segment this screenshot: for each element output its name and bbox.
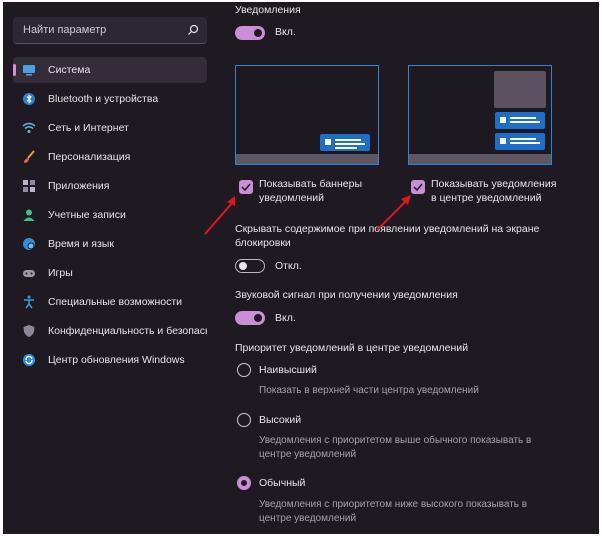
bluetooth-icon [23,93,35,105]
sound-toggle[interactable] [235,311,265,325]
sidebar-item-label: Bluetooth и устройства [48,93,159,105]
apps-icon [23,180,35,192]
shield-icon [23,325,35,337]
notifications-toggle[interactable] [235,26,265,40]
sound-toggle-label: Вкл. [275,312,296,324]
sidebar-item-label: Конфиденциальность и безопасность [48,325,207,337]
priority-normal-radio[interactable] [237,476,251,490]
sidebar-item-label: Специальные возможности [48,296,183,308]
priority-normal-description: Уведомления с приоритетом ниже высокого … [259,499,528,510]
show-in-center-label: Показывать уведомления [431,178,557,190]
sidebar-item-label: Персонализация [48,151,131,163]
sidebar-item-bluetooth[interactable]: Bluetooth и устройства [13,86,207,112]
red-arrow-icon [204,196,235,235]
active-indicator [13,64,16,76]
banner-notification [320,134,370,151]
priority-high-radio[interactable] [237,413,251,427]
taskbar [236,154,378,164]
notifications-title: Уведомления [235,4,301,16]
search-placeholder: Найти параметр [23,24,107,36]
sidebar-item-time-language[interactable]: Время и язык [13,231,207,257]
notifications-settings: Уведомления Вкл. Показывать баннеры увед… [235,2,595,534]
sidebar-item-label: Время и язык [48,238,114,250]
priority-highest-label: Наивысший [259,364,317,376]
person-icon [23,209,35,221]
red-arrow-icon [376,195,411,231]
sidebar-item-label: Приложения [48,180,110,192]
sidebar-item-system[interactable]: Система [13,57,207,83]
sidebar: Найти параметр Система Bluetooth и устро… [3,2,215,534]
sidebar-item-label: Игры [48,267,73,279]
brush-icon [24,150,35,163]
priority-high-label: Высокий [259,414,302,426]
priority-normal-description-line2: центре уведомлений [259,513,357,524]
monitor-icon [23,65,35,76]
update-icon [23,354,35,366]
settings-window: Найти параметр Система Bluetooth и устро… [3,2,599,534]
show-in-center-label-line2: в центре уведомлений [431,192,542,204]
sidebar-item-label: Центр обновления Windows [48,354,185,366]
priority-highest-description: Показать в верхней части центра уведомле… [259,385,479,396]
priority-normal-label: Обычный [259,477,306,489]
sidebar-item-network[interactable]: Сеть и Интернет [13,115,207,141]
center-panel [494,71,546,108]
gamepad-icon [23,270,35,277]
globe-icon [23,238,35,250]
center-notification [495,133,545,150]
sidebar-item-games[interactable]: Игры [13,260,207,286]
search-icon[interactable] [187,24,199,36]
accessibility-icon [24,295,34,309]
show-banners-checkbox[interactable] [239,180,253,194]
priority-high-description: Уведомления с приоритетом выше обычного … [259,435,532,446]
lockscreen-toggle-label: Откл. [275,260,302,272]
sidebar-item-label: Учетные записи [48,209,126,221]
wifi-icon [22,122,36,133]
show-banners-label: Показывать баннеры [259,178,362,190]
sidebar-item-apps[interactable]: Приложения [13,173,207,199]
sidebar-item-accounts[interactable]: Учетные записи [13,202,207,228]
lockscreen-toggle[interactable] [235,259,265,273]
sidebar-item-label: Сеть и Интернет [48,122,129,134]
taskbar [409,154,551,164]
notifications-toggle-label: Вкл. [275,26,296,38]
sidebar-item-windows-update[interactable]: Центр обновления Windows [13,347,207,373]
sidebar-item-privacy[interactable]: Конфиденциальность и безопасность [13,318,207,344]
banner-preview-image [235,65,379,165]
notification-center-preview-image [408,65,552,165]
priority-high-description-line2: центре уведомлений [259,449,357,460]
center-notification [495,112,545,129]
lockscreen-setting-label-line2: блокировки [235,237,291,249]
sidebar-item-label: Система [48,64,91,76]
search-input[interactable]: Найти параметр [13,17,207,44]
priority-highest-radio[interactable] [237,363,251,377]
sidebar-item-accessibility[interactable]: Специальные возможности [13,289,207,315]
show-banners-label-line2: уведомлений [259,192,324,204]
priority-title: Приоритет уведомлений в центре уведомлен… [235,342,469,354]
sidebar-item-personalization[interactable]: Персонализация [13,144,207,170]
sound-setting-label: Звуковой сигнал при получении уведомлени… [235,289,458,301]
